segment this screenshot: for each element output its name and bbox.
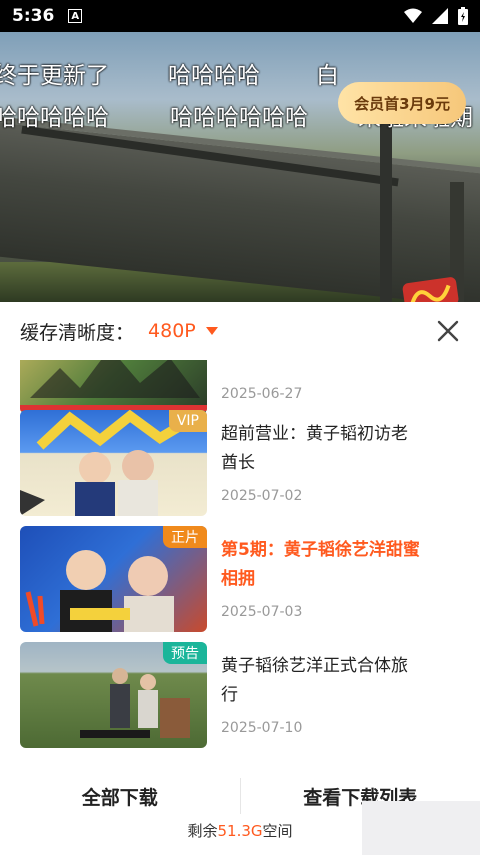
status-time: 5:36: [12, 6, 55, 26]
battery-icon: [458, 7, 468, 25]
resolution-selector[interactable]: 480P: [148, 320, 196, 342]
episode-date: 2025-06-27: [221, 386, 303, 402]
episode-title: 超前营业：黄子韬初访老酋长: [221, 424, 408, 473]
episode-item[interactable]: VIP 超前营业：黄子韬初访老酋长 2025-07-02: [20, 410, 460, 516]
episode-thumbnail: [20, 360, 207, 414]
caret-down-icon[interactable]: [205, 327, 218, 335]
episode-date: 2025-07-03: [221, 604, 303, 620]
danmaku-comment: 哈哈哈哈: [168, 63, 260, 89]
episode-thumbnail: 预告: [20, 642, 207, 748]
notification-icon: A: [68, 9, 83, 23]
wifi-icon: [404, 8, 422, 23]
storage-prefix: 剩余: [187, 822, 218, 840]
episode-thumbnail: VIP: [20, 410, 207, 516]
episode-list[interactable]: 2025-06-27 VIP 超前营业：黄子韬初访老酋长 2025-07-02: [0, 360, 480, 750]
corner-overlay: [362, 801, 480, 855]
vip-promo-button[interactable]: 会员首3月9元: [338, 82, 466, 124]
close-icon[interactable]: [436, 319, 460, 343]
episode-date: 2025-07-02: [221, 488, 303, 504]
sheet-header: 缓存清晰度： 480P: [0, 302, 480, 360]
vip-badge: VIP: [168, 410, 207, 432]
episode-title: 黄子韬徐艺洋正式合体旅行: [221, 656, 408, 705]
danmaku-comment: 白: [316, 63, 339, 89]
signal-icon: [432, 8, 448, 24]
video-player[interactable]: 终于更新了 哈哈哈哈 白 哈哈哈哈哈 哈哈哈哈哈哈 来啦来啦期 会员首3月9元: [0, 32, 480, 302]
download-all-button[interactable]: 全部下载: [0, 772, 240, 820]
episode-item-playing[interactable]: 正片 第5期：黄子韬徐艺洋甜蜜相拥 2025-07-03: [20, 526, 460, 632]
storage-value: 51.3G: [217, 822, 263, 840]
video-jeep-post: [380, 122, 392, 302]
episode-item[interactable]: 预告 黄子韬徐艺洋正式合体旅行 2025-07-10: [20, 642, 460, 748]
episode-thumbnail: 正片: [20, 526, 207, 632]
preview-badge: 预告: [163, 642, 207, 664]
danmaku-comment: 哈哈哈哈哈哈: [170, 105, 308, 131]
danmaku-comment: 终于更新了: [0, 63, 109, 89]
download-sheet: 缓存清晰度： 480P 2025-06-27 VIP 超前营业：黄子韬初访老酋长…: [0, 302, 480, 855]
storage-suffix: 空间: [262, 822, 293, 840]
episode-title: 第5期：黄子韬徐艺洋甜蜜相拥: [221, 540, 420, 589]
resolution-label: 缓存清晰度：: [20, 321, 135, 344]
danmaku-comment: 哈哈哈哈哈: [0, 105, 109, 131]
episode-date: 2025-07-10: [221, 720, 303, 736]
status-bar: 5:36 A: [0, 0, 480, 32]
episode-type-badge: 正片: [163, 526, 207, 548]
episode-item[interactable]: 2025-06-27: [20, 360, 460, 414]
